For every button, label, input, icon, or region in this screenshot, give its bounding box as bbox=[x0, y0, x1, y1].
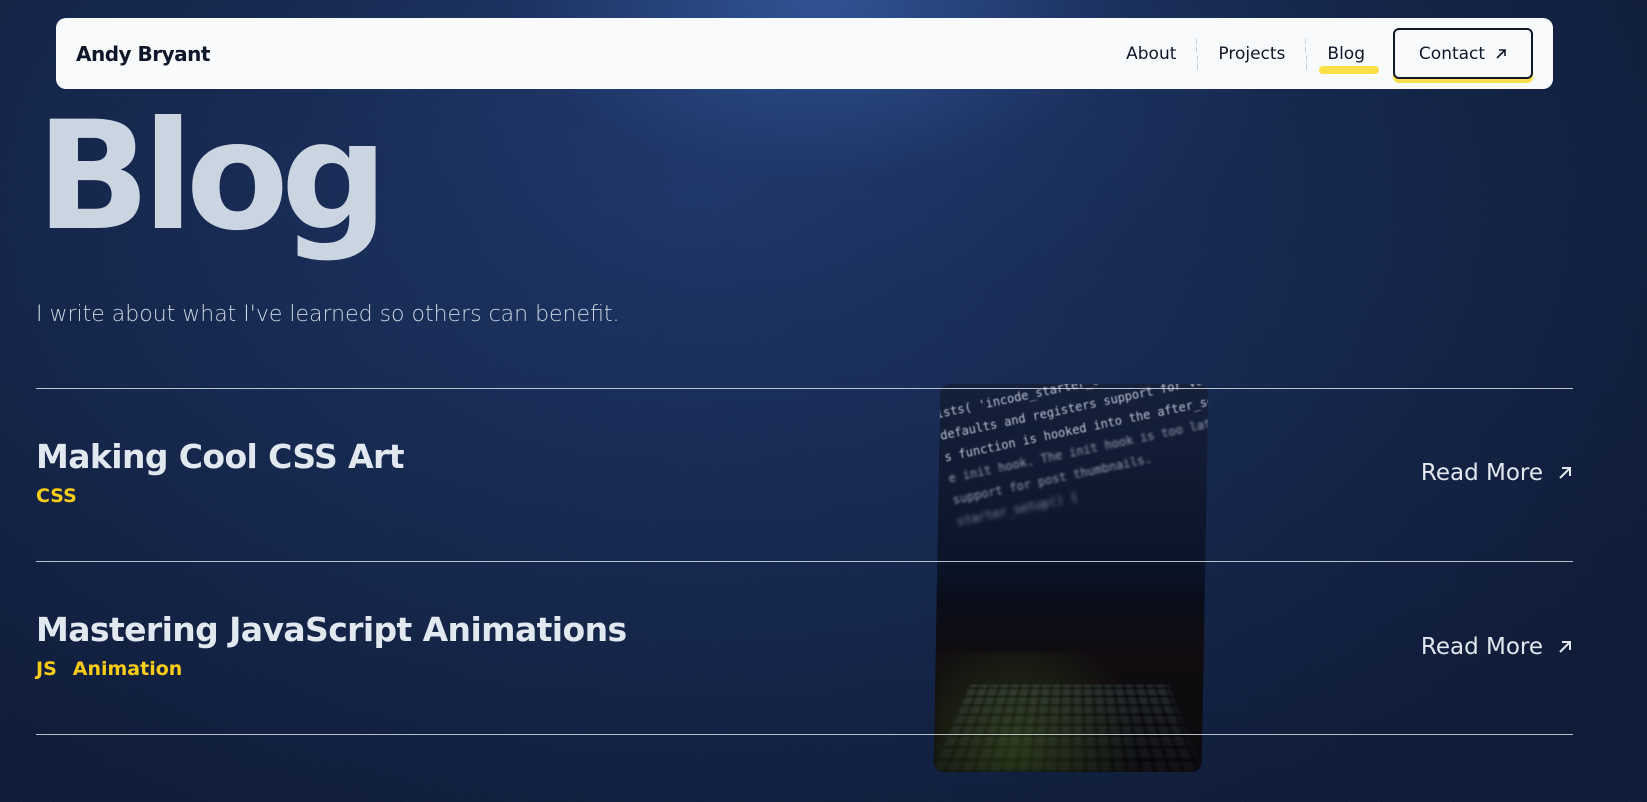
post-tag[interactable]: CSS bbox=[36, 485, 77, 507]
post-tag[interactable]: JS bbox=[36, 658, 57, 680]
post-divider bbox=[36, 561, 1573, 562]
read-more-link[interactable]: Read More bbox=[1421, 460, 1573, 486]
page-title: Blog bbox=[36, 90, 388, 264]
top-navbar: Andy Bryant About Projects Blog Contact bbox=[56, 18, 1553, 89]
nav-link-about[interactable]: About bbox=[1118, 44, 1184, 64]
nav-separator bbox=[1196, 36, 1199, 71]
arrow-up-right-icon bbox=[1559, 641, 1571, 653]
page-subtitle: I write about what I've learned so other… bbox=[36, 302, 620, 327]
arrow-up-right-icon bbox=[1496, 48, 1506, 59]
arrow-up-right-icon bbox=[1559, 467, 1571, 479]
contact-button-label: Contact bbox=[1418, 43, 1486, 64]
post-title[interactable]: Mastering JavaScript Animations bbox=[36, 610, 627, 649]
nav-link-projects[interactable]: Projects bbox=[1210, 44, 1293, 64]
post-divider bbox=[36, 734, 1573, 735]
post-title[interactable]: Making Cool CSS Art bbox=[36, 437, 405, 476]
nav-separator bbox=[1305, 36, 1308, 71]
post-tag[interactable]: Animation bbox=[73, 658, 183, 680]
read-more-link[interactable]: Read More bbox=[1421, 634, 1573, 660]
post-preview-image: ists( 'incode_starter_setup' ) ); defaul… bbox=[933, 384, 1209, 772]
read-more-label: Read More bbox=[1420, 634, 1543, 660]
code-snippet: ists( 'incode_starter_setup' ) ); defaul… bbox=[934, 384, 1209, 590]
post-tags: CSS bbox=[36, 485, 77, 507]
main-menu: About Projects Blog Contact bbox=[1118, 28, 1533, 79]
brand-logo[interactable]: Andy Bryant bbox=[76, 42, 210, 66]
post-tags: JS Animation bbox=[36, 658, 182, 680]
nav-link-blog[interactable]: Blog bbox=[1319, 44, 1379, 74]
contact-button[interactable]: Contact bbox=[1393, 28, 1533, 79]
post-divider bbox=[36, 388, 1573, 389]
read-more-label: Read More bbox=[1420, 460, 1543, 486]
keyboard-glow bbox=[933, 652, 1204, 772]
